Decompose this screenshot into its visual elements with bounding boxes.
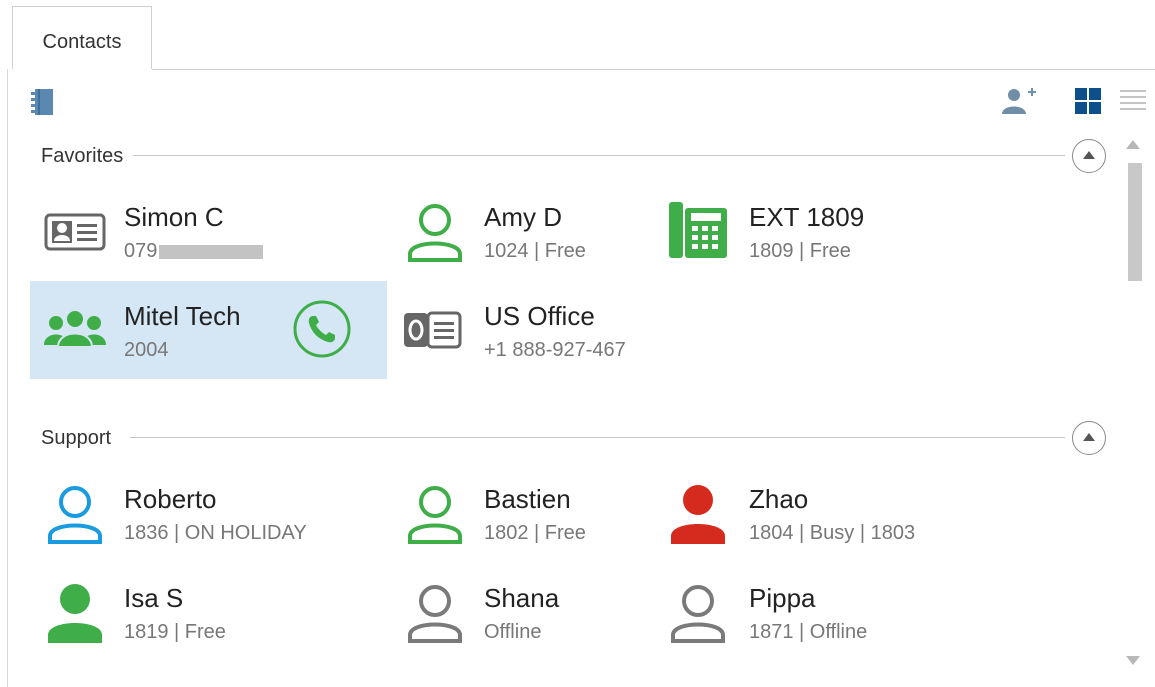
person-outline-gray-icon	[402, 581, 468, 647]
section-divider	[130, 437, 1065, 438]
contact-name: Bastien	[484, 484, 571, 514]
contact-card[interactable]: Amy D 1024 | Free	[390, 182, 650, 280]
contact-card[interactable]: Isa S 1819 | Free	[30, 563, 387, 661]
contact-detail: 1871 | Offline	[749, 621, 868, 643]
scrollbar-thumb[interactable]	[1128, 163, 1142, 281]
desk-phone-icon	[665, 198, 731, 264]
contact-name: EXT 1809	[749, 202, 865, 232]
contact-detail: 079	[124, 240, 264, 263]
scroll-up-arrow[interactable]	[1126, 140, 1140, 149]
tab-contacts[interactable]: Contacts	[12, 6, 152, 69]
add-contact-icon[interactable]	[1000, 86, 1038, 116]
list-view-icon[interactable]	[1118, 86, 1148, 116]
collapse-favorites-button[interactable]	[1072, 139, 1106, 173]
contact-card[interactable]: US Office +1 888-927-467	[390, 281, 650, 379]
contact-name: Isa S	[124, 583, 184, 613]
contact-card[interactable]: Simon C 079	[30, 182, 387, 280]
contact-detail: +1 888-927-467	[484, 339, 626, 361]
contact-card-selected[interactable]: Mitel Tech 2004	[30, 281, 387, 379]
contact-detail: 2004	[124, 339, 169, 361]
person-outline-green-icon	[402, 200, 468, 266]
person-outline-green-icon	[402, 482, 468, 548]
contact-name: Simon C	[124, 202, 224, 232]
tab-underline	[152, 69, 1155, 70]
scroll-down-arrow[interactable]	[1126, 656, 1140, 665]
contact-detail: 1809 | Free	[749, 240, 851, 262]
person-filled-green-icon	[42, 581, 108, 647]
contact-card[interactable]: Shana Offline	[390, 563, 650, 661]
contact-name: Zhao	[749, 484, 809, 514]
contact-card-icon	[42, 198, 108, 264]
contact-card[interactable]: Zhao 1804 | Busy | 1803	[655, 464, 975, 562]
phone-call-icon[interactable]	[292, 299, 352, 359]
person-filled-red-icon	[665, 482, 731, 548]
contact-card[interactable]: Bastien 1802 | Free	[390, 464, 650, 562]
contact-card[interactable]: Pippa 1871 | Offline	[655, 563, 955, 661]
redacted-number	[159, 244, 264, 259]
contact-detail: 1804 | Busy | 1803	[749, 522, 916, 544]
contact-detail: 1836 | ON HOLIDAY	[124, 522, 307, 544]
section-divider	[130, 155, 1065, 156]
contact-card[interactable]: Roberto 1836 | ON HOLIDAY	[30, 464, 387, 562]
section-title-favorites: Favorites	[41, 145, 134, 168]
outlook-card-icon	[400, 297, 466, 363]
contact-detail: 1819 | Free	[124, 621, 226, 643]
contact-name: Shana	[484, 583, 560, 613]
contact-name: Amy D	[484, 202, 562, 232]
panel-border	[7, 69, 8, 687]
group-icon	[42, 297, 108, 363]
person-outline-gray-icon	[665, 581, 731, 647]
person-outline-blue-icon	[42, 482, 108, 548]
contact-name: US Office	[484, 301, 595, 331]
section-title-support: Support	[41, 427, 122, 450]
contact-name: Mitel Tech	[124, 301, 241, 331]
phonebook-icon[interactable]	[28, 86, 58, 118]
contact-detail: Offline	[484, 621, 542, 643]
grid-view-icon[interactable]	[1073, 86, 1103, 116]
contact-name: Roberto	[124, 484, 217, 514]
contact-card[interactable]: EXT 1809 1809 | Free	[655, 182, 955, 280]
contact-detail: 1024 | Free	[484, 240, 586, 262]
contact-name: Pippa	[749, 583, 816, 613]
contact-detail: 1802 | Free	[484, 522, 586, 544]
collapse-support-button[interactable]	[1072, 421, 1106, 455]
